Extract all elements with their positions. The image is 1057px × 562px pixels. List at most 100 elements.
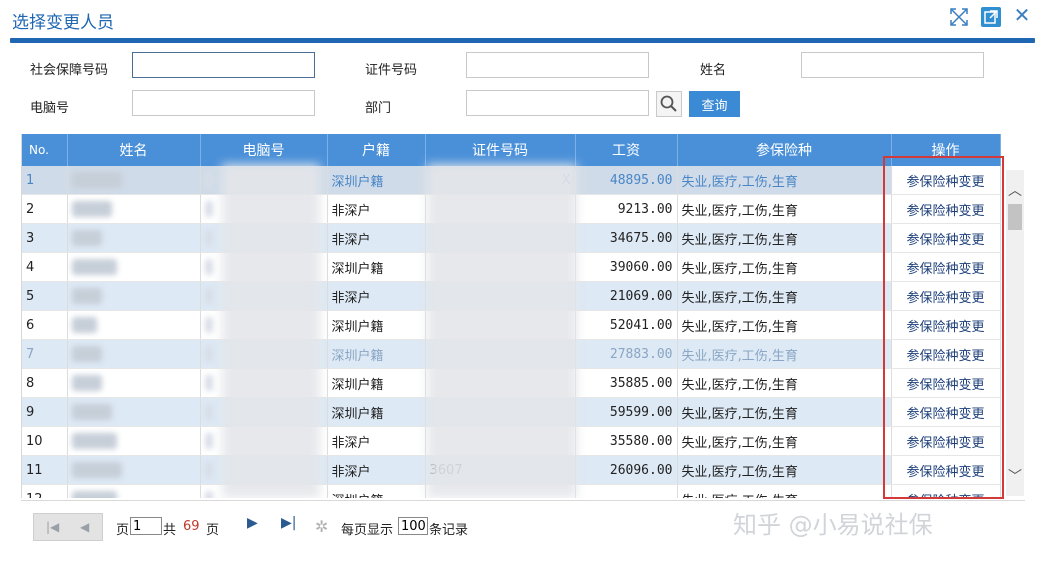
dialog-title-bar: 选择变更人员 ✕ bbox=[0, 0, 1057, 43]
cell-action: 参保险种变更 bbox=[891, 484, 1001, 499]
employee-grid: No. 姓名 电脑号 户籍 证件号码 工资 参保险种 操作 1深圳户籍X4889… bbox=[21, 134, 1026, 498]
insurance-change-link[interactable]: 参保险种变更 bbox=[906, 262, 984, 277]
cell-insurance: 失业,医疗,工伤,生育 bbox=[677, 281, 892, 311]
header-computer-no[interactable]: 电脑号 bbox=[200, 134, 328, 166]
department-label: 部门 bbox=[365, 101, 392, 116]
per-page-prefix: 每页显示 bbox=[341, 523, 394, 538]
query-button[interactable]: 查询 bbox=[689, 91, 740, 117]
search-icon bbox=[660, 95, 677, 112]
insurance-change-link[interactable]: 参保险种变更 bbox=[906, 436, 984, 451]
cell-wage: 59599.00 bbox=[575, 397, 678, 427]
total-suffix: 页 bbox=[206, 523, 220, 538]
insurance-change-link[interactable]: 参保险种变更 bbox=[906, 378, 984, 393]
first-page-icon[interactable]: |◀ bbox=[46, 520, 59, 534]
cell-hukou: 非深户 bbox=[327, 194, 426, 224]
insurance-change-link[interactable]: 参保险种变更 bbox=[906, 175, 984, 190]
department-search-button[interactable] bbox=[656, 91, 682, 117]
header-action[interactable]: 操作 bbox=[891, 134, 1001, 166]
department-input[interactable] bbox=[466, 90, 649, 116]
cell-action: 参保险种变更 bbox=[891, 426, 1001, 456]
cell-name bbox=[67, 310, 201, 340]
cell-name bbox=[67, 252, 201, 282]
insurance-change-link[interactable]: 参保险种变更 bbox=[906, 204, 984, 219]
watermark: 知乎 @小易说社保 bbox=[733, 511, 933, 539]
header-id-number[interactable]: 证件号码 bbox=[425, 134, 576, 166]
insurance-change-link[interactable]: 参保险种变更 bbox=[906, 320, 984, 335]
cell-no: 5 bbox=[22, 281, 68, 311]
cell-no: 12 bbox=[22, 484, 68, 498]
cell-no: 6 bbox=[22, 310, 68, 340]
privacy-mask-id-number bbox=[427, 164, 577, 498]
cell-insurance: 失业,医疗,工伤,生育 bbox=[677, 339, 892, 369]
computer-no-label: 电脑号 bbox=[30, 101, 70, 116]
prev-page-icon[interactable]: ◀ bbox=[80, 520, 89, 534]
cell-insurance: 失业,医疗,工伤,生育 bbox=[677, 223, 892, 253]
vertical-scrollbar[interactable]: ︿ ﹀ bbox=[1006, 170, 1024, 496]
current-page-input[interactable] bbox=[130, 517, 162, 535]
per-page-suffix: 条记录 bbox=[429, 523, 469, 538]
cell-no: 2 bbox=[22, 194, 68, 224]
cell-action: 参保险种变更 bbox=[891, 223, 1001, 253]
cell-name bbox=[67, 166, 201, 195]
header-wage[interactable]: 工资 bbox=[575, 134, 678, 166]
cell-no: 9 bbox=[22, 397, 68, 427]
id-number-label: 证件号码 bbox=[365, 63, 418, 78]
scroll-up-icon[interactable]: ︿ bbox=[1006, 180, 1024, 199]
cell-hukou: 深圳户籍 bbox=[327, 166, 426, 195]
cell-name bbox=[67, 339, 201, 369]
popout-icon[interactable] bbox=[981, 7, 1001, 27]
cell-insurance: 失业,医疗,工伤,生育 bbox=[677, 252, 892, 282]
cell-hukou: 非深户 bbox=[327, 426, 426, 456]
cell-no: 4 bbox=[22, 252, 68, 282]
cell-insurance: 失业,医疗,工伤,生育 bbox=[677, 426, 892, 456]
expand-arrows-icon[interactable] bbox=[948, 6, 970, 28]
cell-wage: 9213.00 bbox=[575, 194, 678, 224]
cell-hukou: 深圳户籍 bbox=[327, 368, 426, 398]
cell-name bbox=[67, 426, 201, 456]
cell-wage bbox=[575, 484, 678, 498]
cell-action: 参保险种变更 bbox=[891, 194, 1001, 224]
cell-hukou: 深圳户籍 bbox=[327, 252, 426, 282]
total-prefix: 共 bbox=[163, 523, 177, 538]
name-input[interactable] bbox=[801, 52, 984, 78]
cell-wage: 27883.00 bbox=[575, 339, 678, 369]
cell-insurance: 失业,医疗,工伤,生育 bbox=[677, 166, 892, 195]
refresh-gear-icon[interactable]: ✲ bbox=[315, 517, 328, 536]
insurance-change-link[interactable]: 参保险种变更 bbox=[906, 233, 984, 248]
cell-action: 参保险种变更 bbox=[891, 166, 1001, 195]
cell-name bbox=[67, 223, 201, 253]
header-name[interactable]: 姓名 bbox=[67, 134, 201, 166]
cell-no: 8 bbox=[22, 368, 68, 398]
last-page-icon[interactable]: ▶| bbox=[281, 515, 296, 531]
cell-wage: 26096.00 bbox=[575, 455, 678, 485]
page-prefix: 页 bbox=[116, 523, 130, 538]
header-insurance[interactable]: 参保险种 bbox=[677, 134, 892, 166]
header-hukou[interactable]: 户籍 bbox=[327, 134, 426, 166]
per-page-input[interactable] bbox=[398, 517, 428, 535]
cell-wage: 21069.00 bbox=[575, 281, 678, 311]
social-security-no-input[interactable] bbox=[132, 52, 315, 78]
insurance-change-link[interactable]: 参保险种变更 bbox=[906, 407, 984, 422]
cell-insurance: 失业,医疗,工伤,生育 bbox=[677, 455, 892, 485]
cell-hukou: 深圳户籍 bbox=[327, 397, 426, 427]
insurance-change-link[interactable]: 参保险种变更 bbox=[906, 291, 984, 306]
cell-no: 11 bbox=[22, 455, 68, 485]
scroll-down-icon[interactable]: ﹀ bbox=[1006, 466, 1024, 485]
cell-hukou: 非深户 bbox=[327, 281, 426, 311]
cell-hukou: 非深户 bbox=[327, 455, 426, 485]
header-no[interactable]: No. bbox=[22, 134, 68, 166]
close-icon[interactable]: ✕ bbox=[1012, 3, 1032, 27]
cell-action: 参保险种变更 bbox=[891, 310, 1001, 340]
id-number-input[interactable] bbox=[466, 52, 649, 78]
cell-wage: 35580.00 bbox=[575, 426, 678, 456]
scroll-thumb[interactable] bbox=[1008, 204, 1022, 230]
insurance-change-link[interactable]: 参保险种变更 bbox=[906, 494, 984, 499]
insurance-change-link[interactable]: 参保险种变更 bbox=[906, 349, 984, 364]
cell-action: 参保险种变更 bbox=[891, 281, 1001, 311]
computer-no-input[interactable] bbox=[132, 90, 315, 116]
total-pages: 69 bbox=[183, 519, 200, 534]
insurance-change-link[interactable]: 参保险种变更 bbox=[906, 465, 984, 480]
next-page-icon[interactable]: ▶ bbox=[247, 515, 258, 531]
cell-name bbox=[67, 397, 201, 427]
cell-name bbox=[67, 194, 201, 224]
